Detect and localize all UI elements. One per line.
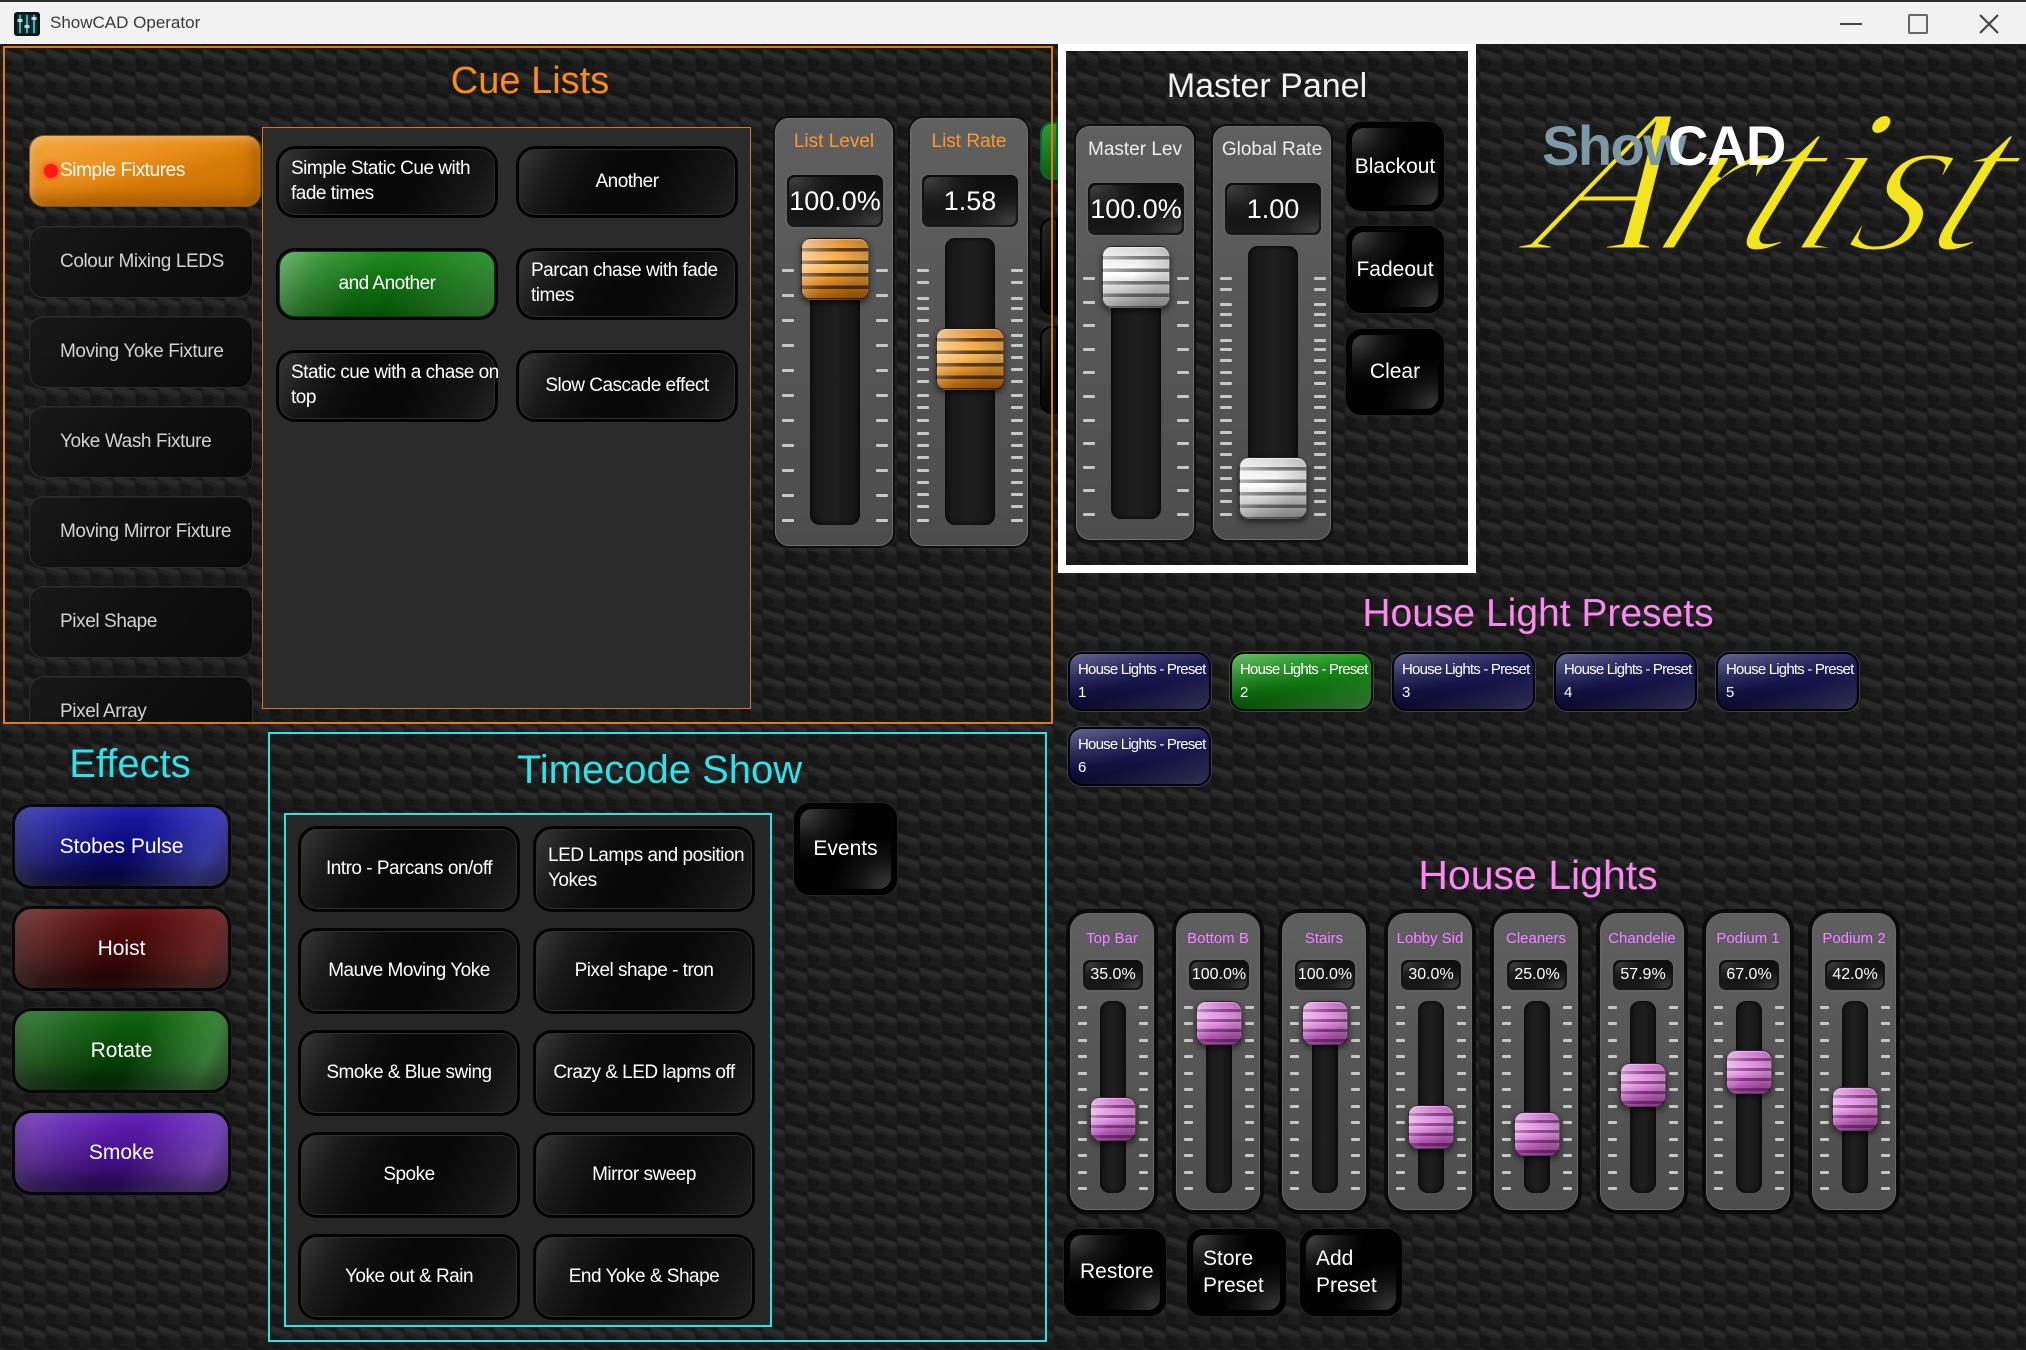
svg-text:Show: Show: [1542, 114, 1687, 177]
svg-text:CAD: CAD: [1668, 114, 1785, 177]
svg-text:Artist: Artist: [1495, 67, 2026, 295]
